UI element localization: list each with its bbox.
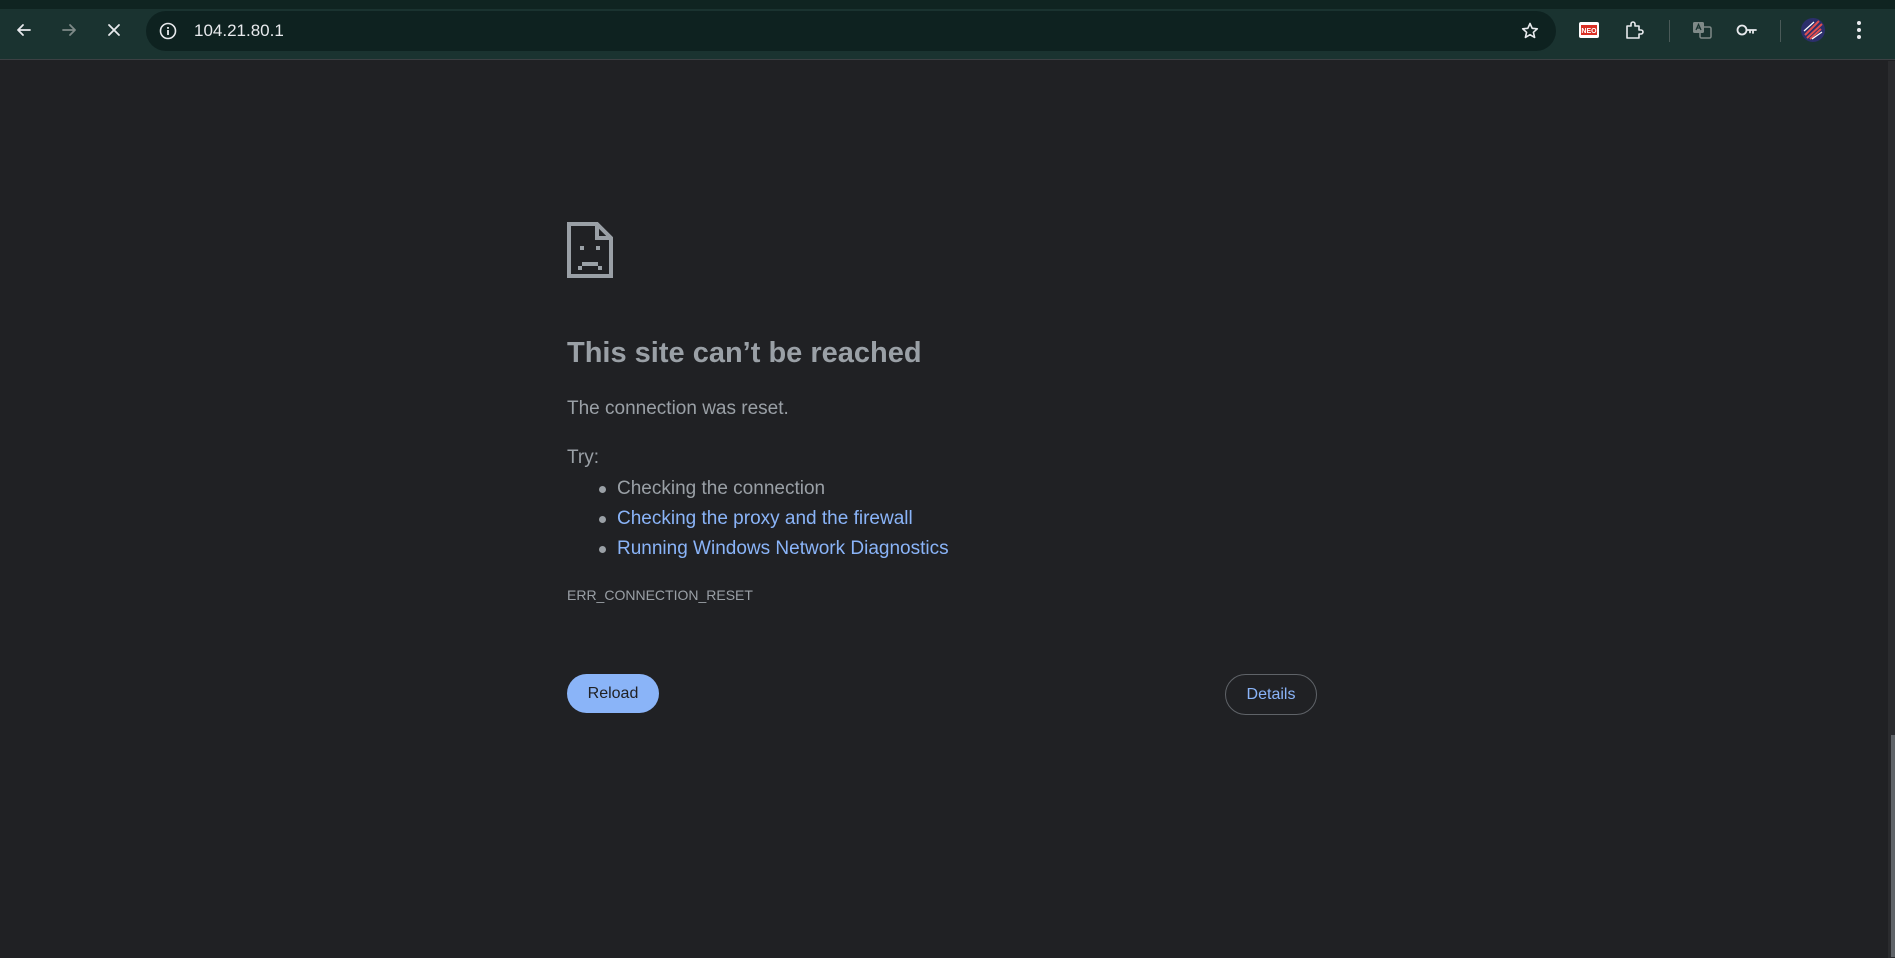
- translate-button[interactable]: [1686, 14, 1718, 46]
- profile-button[interactable]: [1797, 14, 1829, 46]
- suggestion-check-proxy-link[interactable]: Checking the proxy and the firewall: [599, 504, 949, 534]
- stop-loading-button[interactable]: [98, 14, 130, 46]
- tab-strip: [0, 0, 1895, 9]
- close-icon: [108, 24, 120, 36]
- toolbar-separator: [1669, 20, 1670, 42]
- address-bar[interactable]: 104.21.80.1: [146, 11, 1556, 51]
- translate-icon: [1693, 22, 1712, 39]
- extensions-button[interactable]: [1618, 14, 1650, 46]
- url-text[interactable]: 104.21.80.1: [194, 11, 284, 51]
- suggestion-check-connection: Checking the connection: [599, 474, 949, 504]
- arrow-left-icon: [17, 24, 31, 36]
- back-button[interactable]: [8, 14, 40, 46]
- neo-extension-icon: NEO: [1579, 22, 1599, 38]
- error-subtitle: The connection was reset.: [567, 398, 789, 419]
- forward-button[interactable]: [53, 14, 85, 46]
- sad-page-icon: [567, 222, 613, 278]
- puzzle-icon: [1626, 21, 1644, 39]
- neo-extension-button[interactable]: NEO: [1573, 14, 1605, 46]
- suggestion-list: Checking the connection Checking the pro…: [599, 474, 949, 564]
- arrow-right-icon: [62, 24, 76, 36]
- key-icon: [1736, 24, 1757, 36]
- scrollbar-thumb[interactable]: [1891, 735, 1895, 957]
- browser-toolbar: 104.21.80.1 NEO: [0, 0, 1895, 60]
- browser-menu-button[interactable]: [1843, 14, 1875, 46]
- error-title: This site can’t be reached: [567, 337, 922, 369]
- site-info-button[interactable]: [156, 19, 180, 43]
- kebab-menu-icon: [1857, 21, 1861, 39]
- toolbar-separator: [1780, 20, 1781, 42]
- suggestion-network-diagnostics-link[interactable]: Running Windows Network Diagnostics: [599, 534, 949, 564]
- bookmark-button[interactable]: [1518, 19, 1542, 43]
- passwords-button[interactable]: [1731, 14, 1763, 46]
- neo-badge-text: NEO: [1581, 28, 1597, 35]
- info-icon: [159, 22, 177, 40]
- details-button[interactable]: Details: [1225, 674, 1317, 715]
- try-label: Try:: [567, 447, 600, 468]
- error-code: ERR_CONNECTION_RESET: [567, 587, 753, 603]
- avatar: [1801, 18, 1825, 42]
- star-icon: [1521, 22, 1539, 39]
- reload-button[interactable]: Reload: [567, 674, 659, 713]
